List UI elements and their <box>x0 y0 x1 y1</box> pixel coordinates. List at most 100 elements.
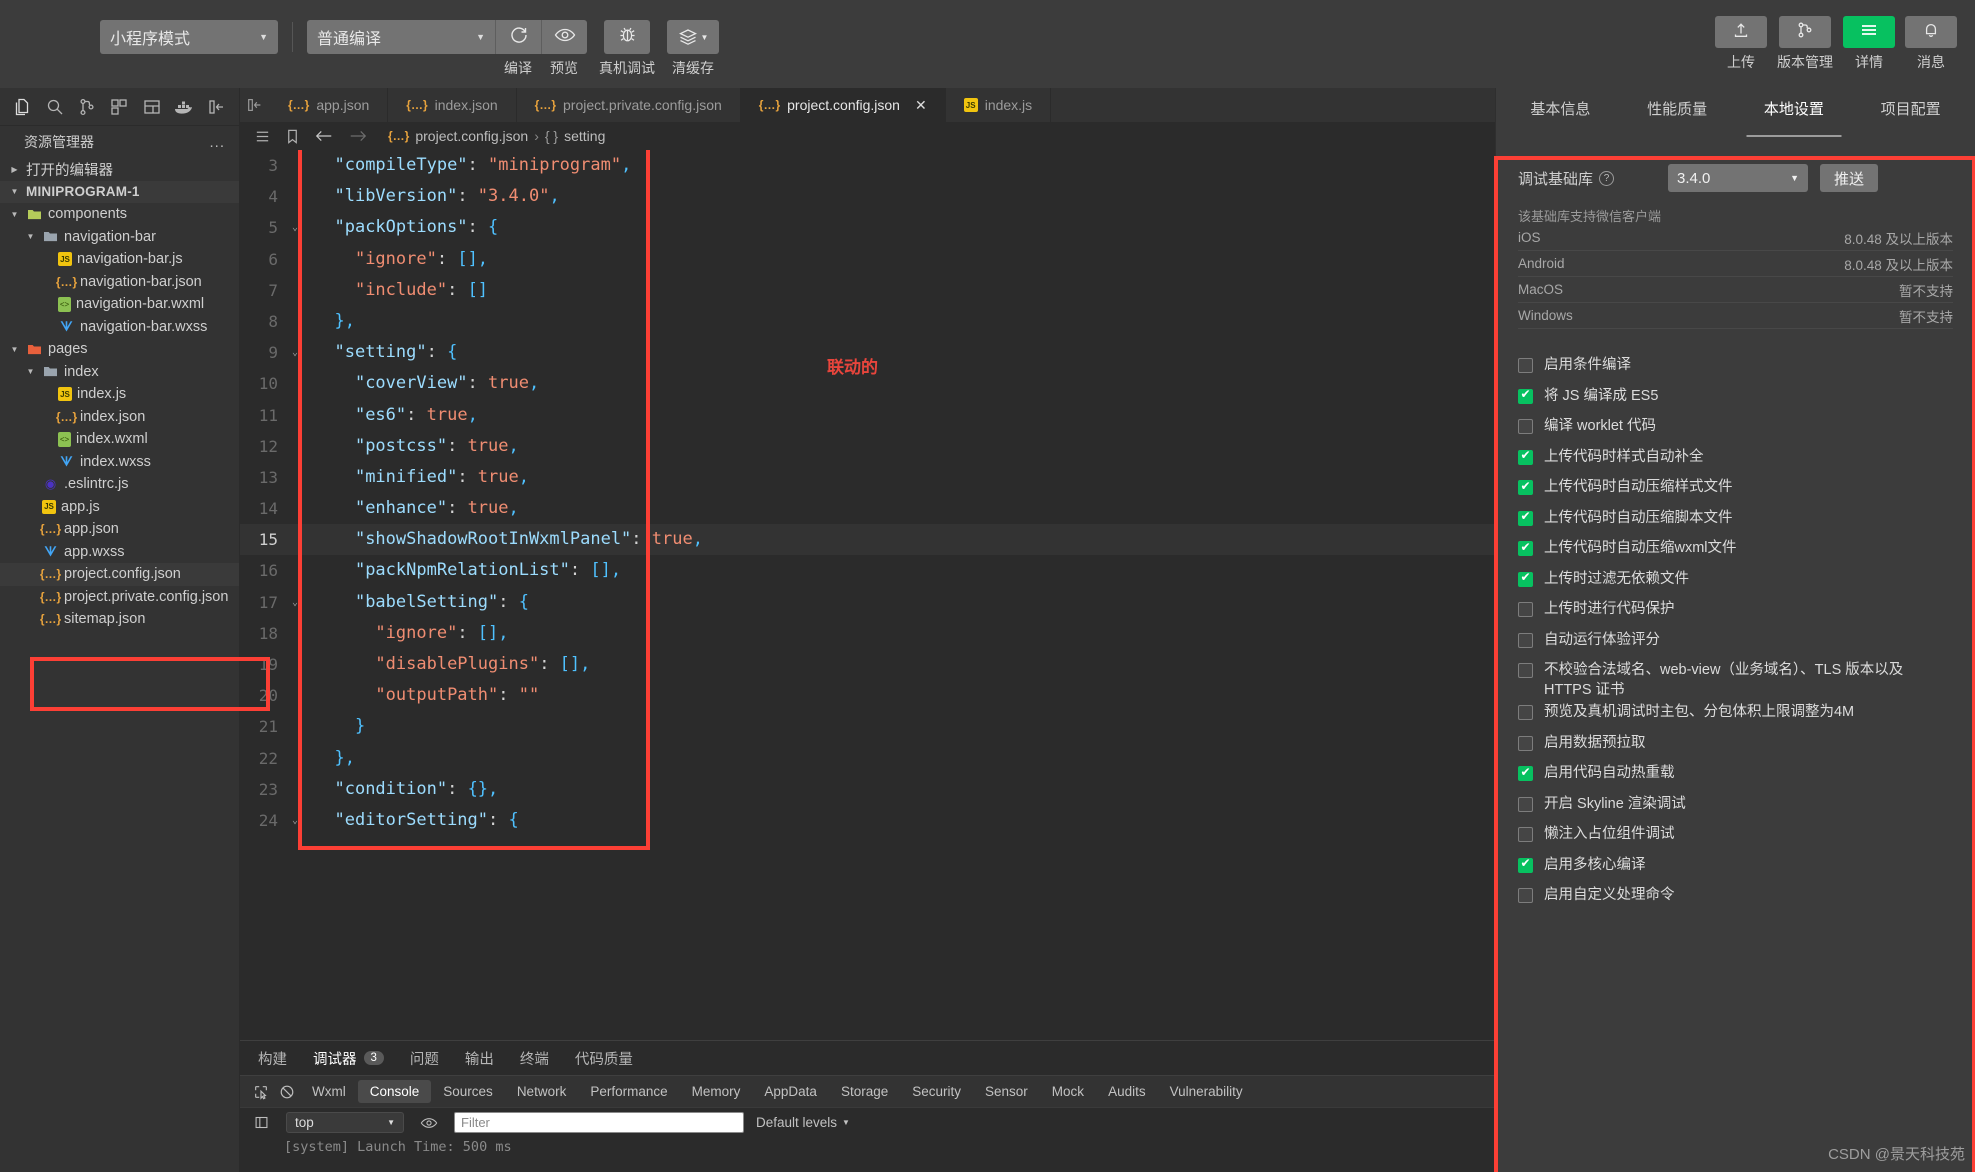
devtools-tab-network[interactable]: Network <box>505 1080 579 1103</box>
editor-tab-app-json[interactable]: {…} app.json <box>270 88 389 122</box>
panel-tab-调试器[interactable]: 调试器 3 <box>313 1048 384 1069</box>
search-icon[interactable] <box>38 90 70 124</box>
setting-checkbox-row[interactable]: 懒注入占位组件调试 <box>1518 822 1953 853</box>
tree-item-index-wxss[interactable]: ᗐ index.wxss <box>0 451 239 474</box>
panel-tab-代码质量[interactable]: 代码质量 <box>575 1048 633 1069</box>
mode-select[interactable]: 小程序模式 ▼ <box>100 20 278 54</box>
tree-item-navigation-bar-js[interactable]: JS navigation-bar.js <box>0 248 239 271</box>
console-context-select[interactable]: top ▼ <box>286 1112 404 1133</box>
library-version-select[interactable]: 3.4.0 ▼ <box>1668 164 1808 192</box>
devtools-tab-vulnerability[interactable]: Vulnerability <box>1158 1080 1255 1103</box>
tree-open-editors[interactable]: ▶ 打开的编辑器 <box>0 158 239 181</box>
tabs-collapse-icon[interactable] <box>240 88 270 122</box>
upload-button[interactable] <box>1715 16 1767 48</box>
tree-item--eslintrc-js[interactable]: ◉ .eslintrc.js <box>0 473 239 496</box>
checkbox-unchecked-icon[interactable] <box>1518 358 1533 373</box>
console-sidebar-icon[interactable] <box>248 1115 274 1130</box>
devtools-tab-console[interactable]: Console <box>357 1080 432 1103</box>
outline-icon[interactable] <box>254 128 271 145</box>
checkbox-unchecked-icon[interactable] <box>1518 632 1533 648</box>
forward-arrow-icon[interactable] <box>348 128 368 144</box>
devtools-tab-sensor[interactable]: Sensor <box>973 1080 1040 1103</box>
no-entry-icon[interactable] <box>274 1084 300 1100</box>
panel-tab-问题[interactable]: 问题 <box>410 1048 439 1069</box>
tree-item-components[interactable]: ▼ components <box>0 203 239 226</box>
tree-item-index[interactable]: ▼ index <box>0 361 239 384</box>
setting-checkbox-row[interactable]: 上传代码时自动压缩脚本文件 <box>1518 506 1953 537</box>
close-icon[interactable]: ✕ <box>915 97 927 114</box>
fold-toggle-icon[interactable]: ⌄ <box>286 587 304 618</box>
tree-item-project-private-config-json[interactable]: {…} project.private.config.json <box>0 586 239 609</box>
setting-checkbox-row[interactable]: 上传代码时自动压缩wxml文件 <box>1518 536 1953 567</box>
settings-tab-项目配置[interactable]: 项目配置 <box>1852 90 1969 127</box>
tree-item-navigation-bar-wxss[interactable]: ᗐ navigation-bar.wxss <box>0 316 239 339</box>
devtools-tab-sources[interactable]: Sources <box>431 1080 505 1103</box>
panel-tab-终端[interactable]: 终端 <box>520 1048 549 1069</box>
tree-item-index-wxml[interactable]: <> index.wxml <box>0 428 239 451</box>
setting-checkbox-row[interactable]: 启用自定义处理命令 <box>1518 883 1953 914</box>
help-icon[interactable]: ? <box>1599 170 1615 186</box>
checkbox-checked-icon[interactable] <box>1518 856 1533 873</box>
checkbox-unchecked-icon[interactable] <box>1518 735 1533 751</box>
tree-item-index-json[interactable]: {…} index.json <box>0 406 239 429</box>
checkbox-checked-icon[interactable] <box>1518 448 1533 465</box>
devtools-tab-mock[interactable]: Mock <box>1040 1080 1096 1103</box>
tree-item-sitemap-json[interactable]: {…} sitemap.json <box>0 608 239 631</box>
console-eye-icon[interactable] <box>416 1116 442 1130</box>
checkbox-checked-icon[interactable] <box>1518 570 1533 587</box>
editor-tab-project-config-json[interactable]: {…} project.config.json ✕ <box>740 88 946 122</box>
checkbox-checked-icon[interactable] <box>1518 509 1533 526</box>
tree-item-app-json[interactable]: {…} app.json <box>0 518 239 541</box>
explorer-more-icon[interactable]: ... <box>209 134 225 151</box>
devtools-tab-wxml[interactable]: Wxml <box>300 1080 358 1103</box>
setting-checkbox-row[interactable]: 启用代码自动热重载 <box>1518 761 1953 792</box>
checkbox-unchecked-icon[interactable] <box>1518 419 1533 434</box>
tree-project-root[interactable]: ▼ MINIPROGRAM-1 <box>0 180 239 203</box>
setting-checkbox-row[interactable]: 开启 Skyline 渲染调试 <box>1518 792 1953 823</box>
push-button[interactable]: 推送 <box>1820 164 1879 192</box>
checkbox-unchecked-icon[interactable] <box>1518 705 1533 720</box>
console-filter-input[interactable]: Filter <box>454 1112 744 1133</box>
tree-item-app-js[interactable]: JS app.js <box>0 496 239 519</box>
back-arrow-icon[interactable] <box>314 128 334 144</box>
code-editor[interactable]: 3 "compileType": "miniprogram", 4 "libVer… <box>240 150 1495 1040</box>
bookmark-icon[interactable] <box>285 128 300 145</box>
breadcrumb-symbol[interactable]: setting <box>564 128 605 144</box>
preview-button[interactable] <box>541 20 587 54</box>
checkbox-checked-icon[interactable] <box>1518 540 1533 556</box>
devtools-tab-storage[interactable]: Storage <box>829 1080 900 1103</box>
panel-tab-构建[interactable]: 构建 <box>258 1048 287 1069</box>
checkbox-unchecked-icon[interactable] <box>1518 888 1533 903</box>
tree-item-project-config-json[interactable]: {…} project.config.json <box>0 563 239 586</box>
checkbox-unchecked-icon[interactable] <box>1518 827 1533 842</box>
tree-item-navigation-bar-json[interactable]: {…} navigation-bar.json <box>0 271 239 294</box>
devtools-tab-security[interactable]: Security <box>900 1080 973 1103</box>
breadcrumb-file[interactable]: project.config.json <box>415 128 528 144</box>
settings-tab-性能质量[interactable]: 性能质量 <box>1619 90 1736 127</box>
compile-button[interactable] <box>495 20 541 54</box>
version-control-button[interactable] <box>1779 16 1831 48</box>
devtools-tab-audits[interactable]: Audits <box>1096 1080 1158 1103</box>
setting-checkbox-row[interactable]: 启用数据预拉取 <box>1518 731 1953 762</box>
checkbox-unchecked-icon[interactable] <box>1518 796 1533 812</box>
checkbox-unchecked-icon[interactable] <box>1518 663 1533 678</box>
setting-checkbox-row[interactable]: 编译 worklet 代码 <box>1518 414 1953 445</box>
setting-checkbox-row[interactable]: 上传代码时自动压缩样式文件 <box>1518 475 1953 506</box>
checkbox-checked-icon[interactable] <box>1518 479 1533 495</box>
tree-item-navigation-bar-wxml[interactable]: <> navigation-bar.wxml <box>0 293 239 316</box>
setting-checkbox-row[interactable]: 启用多核心编译 <box>1518 853 1953 884</box>
source-control-icon[interactable] <box>71 90 103 124</box>
settings-tab-本地设置[interactable]: 本地设置 <box>1736 90 1853 137</box>
tree-item-app-wxss[interactable]: ᗐ app.wxss <box>0 541 239 564</box>
docker-icon[interactable] <box>168 90 200 124</box>
fold-toggle-icon[interactable]: ⌄ <box>286 805 304 836</box>
devtools-tab-appdata[interactable]: AppData <box>752 1080 829 1103</box>
fold-toggle-icon[interactable]: ⌄ <box>286 337 304 368</box>
tree-item-index-js[interactable]: JS index.js <box>0 383 239 406</box>
layout-icon[interactable] <box>136 90 168 124</box>
settings-tab-基本信息[interactable]: 基本信息 <box>1502 90 1619 127</box>
collapse-panel-icon[interactable] <box>201 90 233 124</box>
setting-checkbox-row[interactable]: 上传时进行代码保护 <box>1518 597 1953 628</box>
console-levels-select[interactable]: Default levels ▼ <box>756 1115 850 1130</box>
setting-checkbox-row[interactable]: 自动运行体验评分 <box>1518 628 1953 659</box>
